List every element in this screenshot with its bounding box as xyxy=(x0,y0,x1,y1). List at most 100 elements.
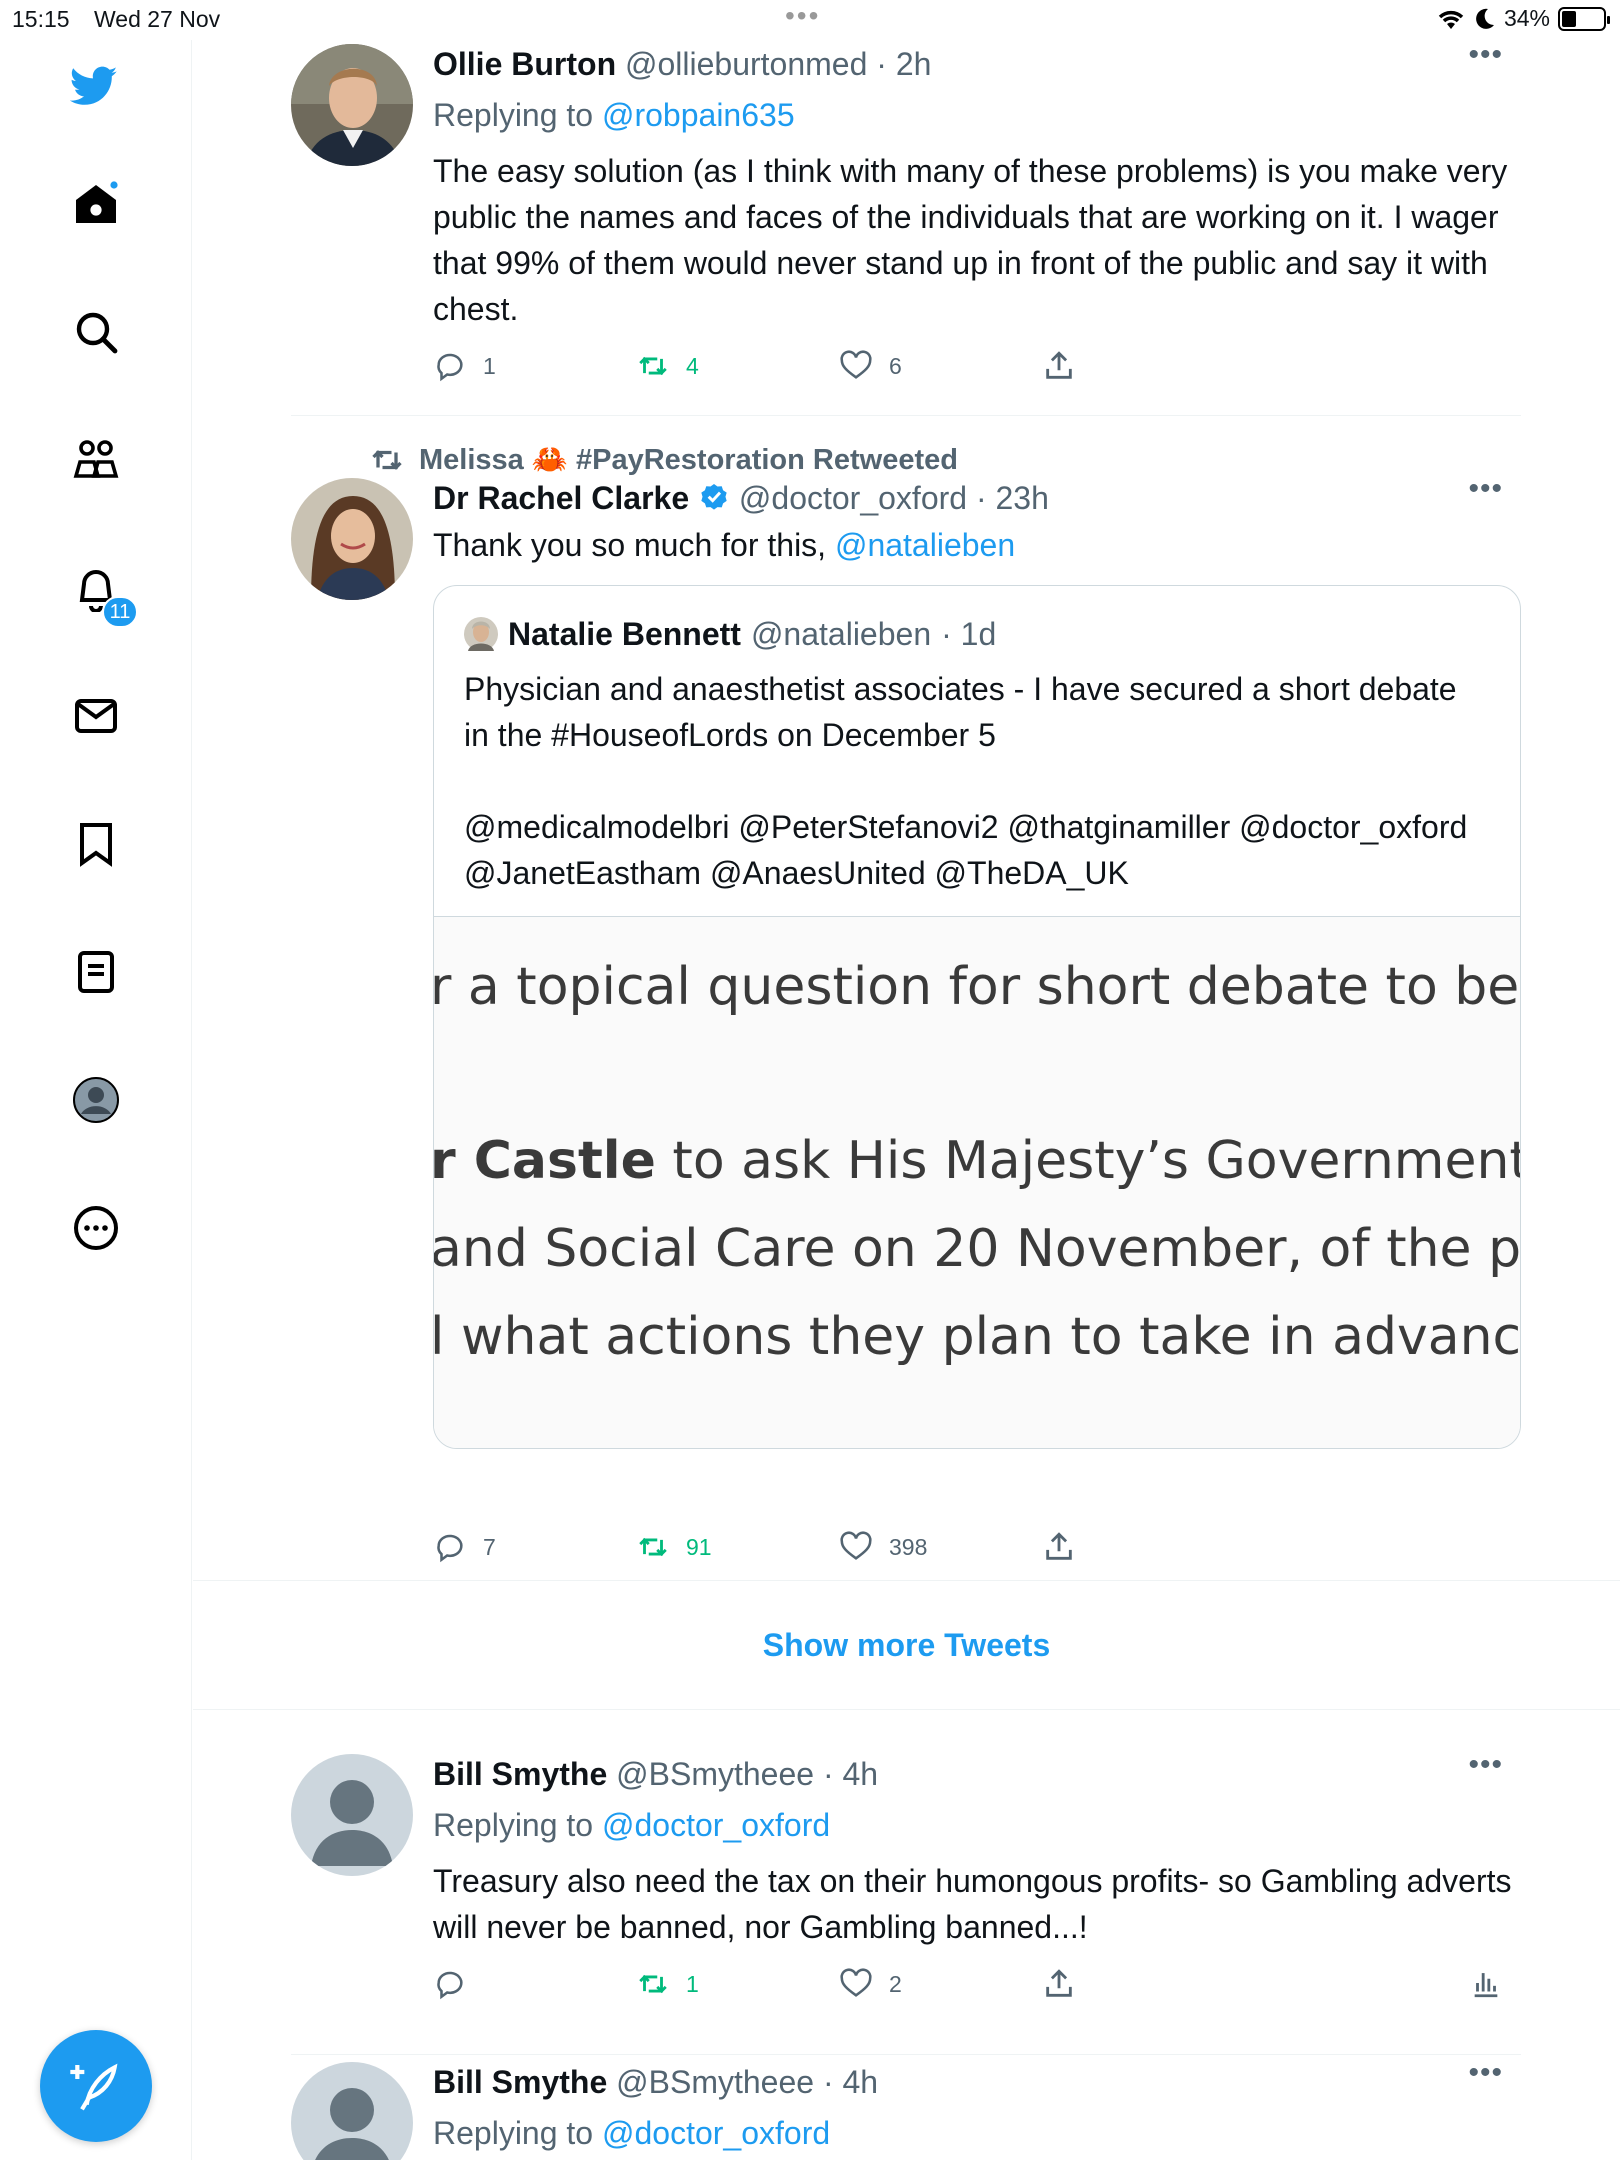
quote-avatar[interactable] xyxy=(464,617,498,651)
mention-link[interactable]: @natalieben xyxy=(835,527,1015,563)
retweet-button[interactable]: 4 xyxy=(636,349,839,383)
image-text-line: r a topical question for short debate to… xyxy=(434,957,1520,1017)
status-right: 34% xyxy=(1436,5,1610,32)
profile-icon[interactable] xyxy=(70,1074,122,1126)
retweet-count: 4 xyxy=(686,352,699,379)
reply-icon xyxy=(437,353,463,382)
replying-to: Replying to @robpain635 xyxy=(433,94,1521,136)
author-handle[interactable]: @doctor_oxford xyxy=(739,480,967,516)
tweet[interactable]: Bill Smythe @BSmytheee · 4h ••• Replying… xyxy=(291,1748,1521,2044)
replying-to: Replying to @doctor_oxford xyxy=(433,1804,1521,1846)
analytics-icon xyxy=(1474,1973,1498,1998)
replying-label: Replying to xyxy=(433,1807,594,1843)
communities-icon[interactable] xyxy=(70,434,122,486)
tweet-time[interactable]: · 4h xyxy=(823,1756,878,1792)
home-icon[interactable] xyxy=(70,178,122,230)
author-name[interactable]: Bill Smythe xyxy=(433,2064,607,2100)
avatar[interactable] xyxy=(291,1754,413,1876)
quote-author-name[interactable]: Natalie Bennett xyxy=(508,614,741,654)
more-options-icon[interactable]: ••• xyxy=(1468,2056,1503,2090)
compose-button[interactable] xyxy=(40,2030,152,2142)
tweet-time[interactable]: · 4h xyxy=(823,2064,878,2100)
avatar[interactable] xyxy=(291,2062,413,2160)
share-icon xyxy=(1046,1969,1072,1997)
analytics-button[interactable] xyxy=(1469,1966,1503,2006)
tweet-time[interactable]: · 23h xyxy=(976,480,1049,516)
more-options-icon[interactable]: ••• xyxy=(1468,472,1503,506)
retweet-icon xyxy=(372,450,402,470)
quote-text: Physician and anaesthetist associates - … xyxy=(434,654,1520,916)
quote-mentions: @medicalmodelbri @PeterStefanovi2 @thatg… xyxy=(464,809,1468,891)
author-handle[interactable]: @BSmytheee xyxy=(616,2064,814,2100)
retweet-icon xyxy=(639,356,667,376)
share-icon xyxy=(1046,351,1072,379)
retweet-count: 1 xyxy=(686,1970,699,1997)
multitask-dots-icon[interactable]: ••• xyxy=(785,0,820,32)
twitter-bird-icon[interactable] xyxy=(68,60,120,112)
tweet-actions: 1 2 xyxy=(433,1964,1521,2004)
bookmarks-icon[interactable] xyxy=(70,818,122,870)
quote-author-handle[interactable]: @natalieben xyxy=(751,614,931,654)
search-icon[interactable] xyxy=(70,306,122,358)
image-text-line: r Castle to ask His Majesty’s Government xyxy=(434,1131,1520,1191)
sidebar-nav: 11 xyxy=(0,40,192,2160)
replying-to-link[interactable]: @doctor_oxford xyxy=(602,1807,830,1843)
more-options-icon[interactable]: ••• xyxy=(1468,38,1503,72)
retweet-count: 91 xyxy=(686,1533,712,1560)
reply-icon xyxy=(437,1534,463,1563)
tweet[interactable]: Ollie Burton @ollieburtonmed · 2h ••• Re… xyxy=(291,38,1521,404)
reply-count: 1 xyxy=(483,352,496,379)
like-count: 2 xyxy=(889,1970,902,1997)
image-text-line: and Social Care on 20 November, of the p… xyxy=(434,1219,1520,1279)
tweet-time[interactable]: · 2h xyxy=(876,46,931,82)
quote-tweet[interactable]: Natalie Bennett @natalieben · 1d Physici… xyxy=(433,585,1521,1449)
reply-button[interactable] xyxy=(433,1967,636,2001)
verified-badge-icon xyxy=(701,484,727,510)
status-time: 15:15 xyxy=(12,6,70,32)
author-name[interactable]: Ollie Burton xyxy=(433,46,616,82)
reply-count: 7 xyxy=(483,1533,496,1560)
heart-icon xyxy=(840,1968,872,1997)
share-button[interactable] xyxy=(1042,1967,1245,2001)
messages-icon[interactable] xyxy=(70,690,122,742)
avatar[interactable] xyxy=(291,44,413,166)
replying-to-link[interactable]: @doctor_oxford xyxy=(602,2115,830,2151)
quote-time[interactable]: · 1d xyxy=(941,614,996,654)
tweet[interactable]: Melissa 🦀 #PayRestoration Retweeted Dr R… xyxy=(291,442,1521,1563)
like-button[interactable]: 2 xyxy=(839,1967,1042,2001)
more-icon[interactable] xyxy=(70,1202,122,1254)
retweet-button[interactable]: 1 xyxy=(636,1967,839,2001)
divider xyxy=(291,415,1521,416)
image-text-bold: r Castle xyxy=(434,1131,656,1191)
retweet-icon xyxy=(639,1537,667,1557)
author-name[interactable]: Dr Rachel Clarke xyxy=(433,480,689,516)
reply-button[interactable]: 7 xyxy=(433,1530,636,1564)
replying-to-link[interactable]: @robpain635 xyxy=(602,97,795,133)
tweet-text: The easy solution (as I think with many … xyxy=(433,153,1508,327)
avatar[interactable] xyxy=(291,478,413,600)
replying-label: Replying to xyxy=(433,97,594,133)
lists-icon[interactable] xyxy=(70,946,122,998)
author-handle[interactable]: @ollieburtonmed xyxy=(625,46,867,82)
quote-image[interactable]: r a topical question for short debate to… xyxy=(434,916,1520,1448)
author-handle[interactable]: @BSmytheee xyxy=(616,1756,814,1792)
author-name[interactable]: Bill Smythe xyxy=(433,1756,607,1792)
tweet-text: Thank you so much for this, @natalieben xyxy=(433,522,1521,568)
tweet-actions: 1 4 6 xyxy=(433,346,1521,386)
tweet[interactable]: Bill Smythe @BSmytheee · 4h ••• Replying… xyxy=(291,2056,1521,2160)
like-count: 398 xyxy=(889,1533,928,1560)
heart-icon xyxy=(840,1531,872,1560)
reply-button[interactable]: 1 xyxy=(433,349,636,383)
tweet-header: Bill Smythe @BSmytheee · 4h xyxy=(433,2062,1521,2102)
reply-icon xyxy=(437,1971,463,2000)
show-more-tweets-button[interactable]: Show more Tweets xyxy=(193,1580,1620,1710)
tweet-text-body: Thank you so much for this, xyxy=(433,527,827,563)
retweeted-by[interactable]: Melissa 🦀 #PayRestoration Retweeted xyxy=(369,442,958,478)
retweet-button[interactable]: 91 xyxy=(636,1530,839,1564)
share-button[interactable] xyxy=(1042,349,1245,383)
like-button[interactable]: 398 xyxy=(839,1530,1042,1564)
like-button[interactable]: 6 xyxy=(839,349,1042,383)
replying-label: Replying to xyxy=(433,2115,594,2151)
share-button[interactable] xyxy=(1042,1530,1245,1564)
more-options-icon[interactable]: ••• xyxy=(1468,1748,1503,1782)
